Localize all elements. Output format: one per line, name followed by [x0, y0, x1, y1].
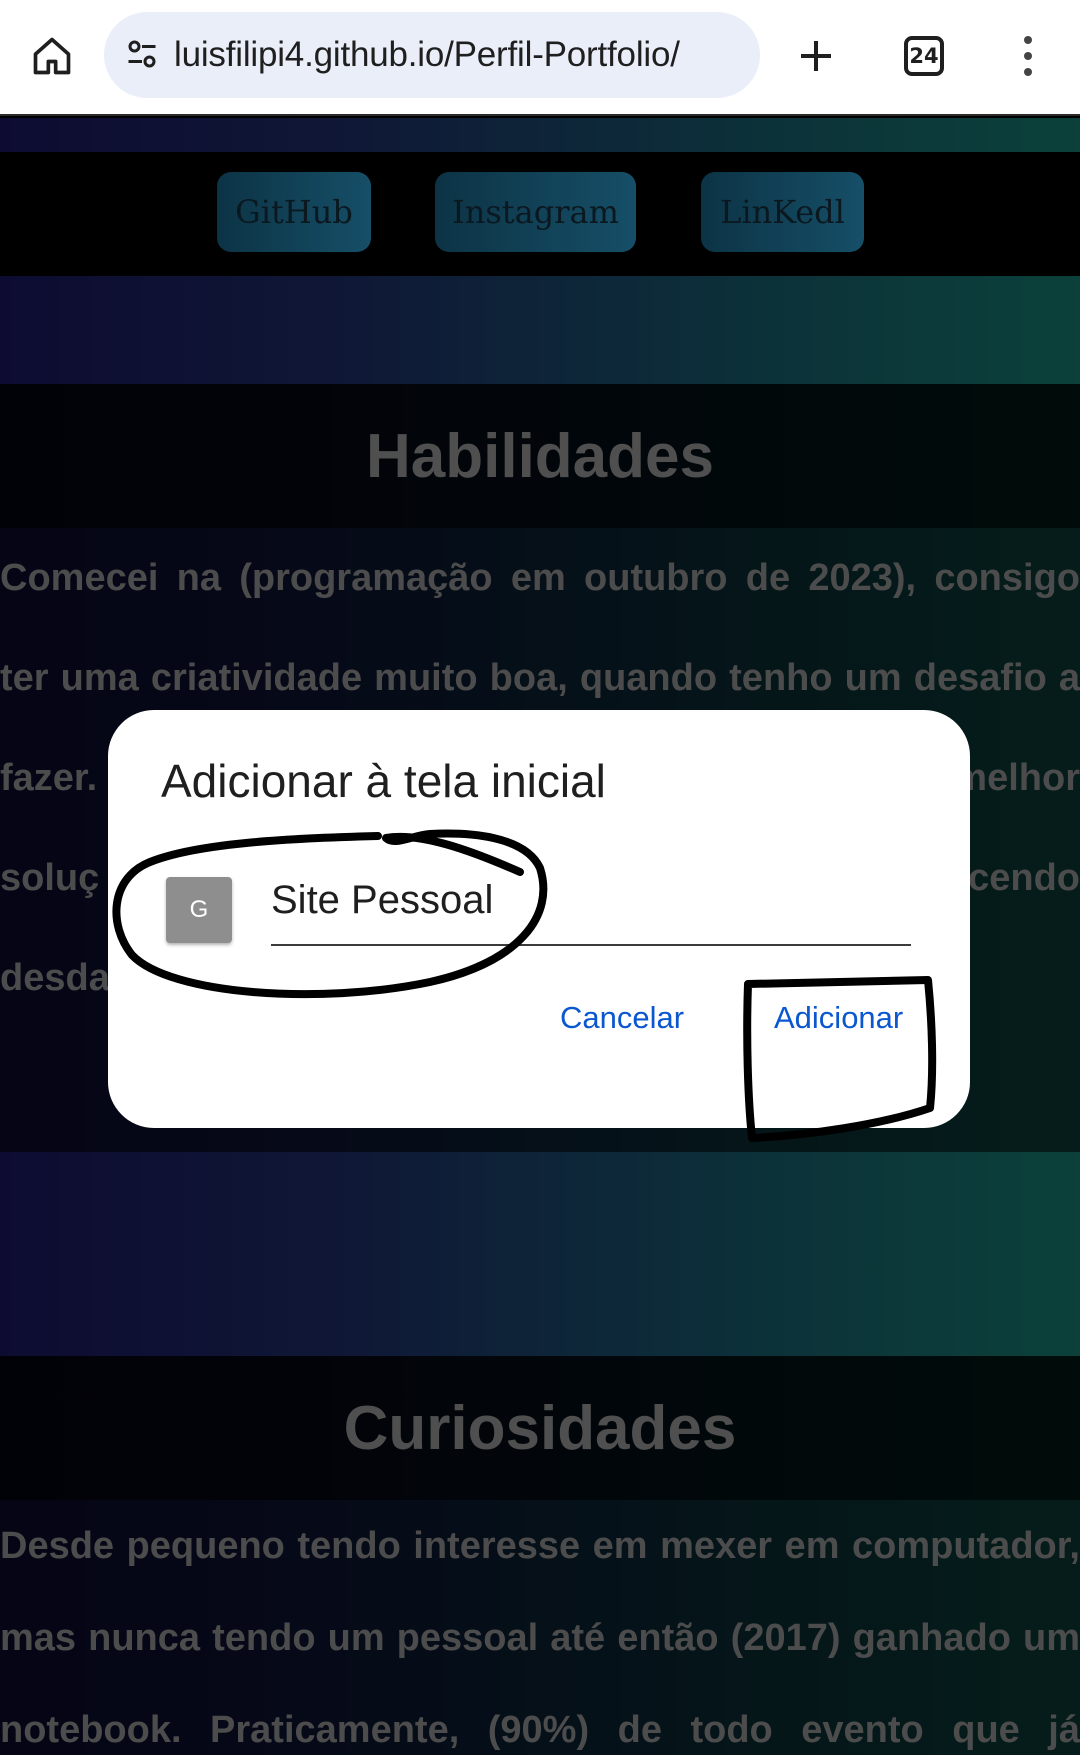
add-to-home-dialog: Adicionar à tela inicial G Site Pessoal …	[108, 710, 970, 1128]
url-text[interactable]: luisfilipi4.github.io/Perfil-Portfolio/	[174, 12, 680, 98]
more-vert-icon[interactable]	[1000, 26, 1056, 86]
app-icon: G	[166, 877, 232, 943]
tab-count: 24	[909, 44, 939, 68]
home-icon	[33, 37, 71, 75]
app-icon-letter: G	[189, 896, 209, 923]
shortcut-name-input[interactable]: Site Pessoal	[271, 870, 911, 946]
site-settings-icon[interactable]	[122, 34, 162, 74]
dialog-title: Adicionar à tela inicial	[161, 755, 606, 807]
plus-icon	[801, 41, 831, 71]
address-bar[interactable]: luisfilipi4.github.io/Perfil-Portfolio/	[104, 12, 760, 98]
home-button[interactable]	[22, 26, 82, 86]
tab-switcher-icon: 24	[904, 36, 944, 76]
browser-toolbar: luisfilipi4.github.io/Perfil-Portfolio/ …	[0, 0, 1080, 116]
cancel-button[interactable]: Cancelar	[560, 1000, 684, 1036]
add-button[interactable]: Adicionar	[774, 1000, 903, 1036]
new-tab-button[interactable]	[786, 26, 846, 86]
shortcut-name-value[interactable]: Site Pessoal	[271, 878, 493, 923]
tab-switcher-button[interactable]: 24	[894, 26, 954, 86]
